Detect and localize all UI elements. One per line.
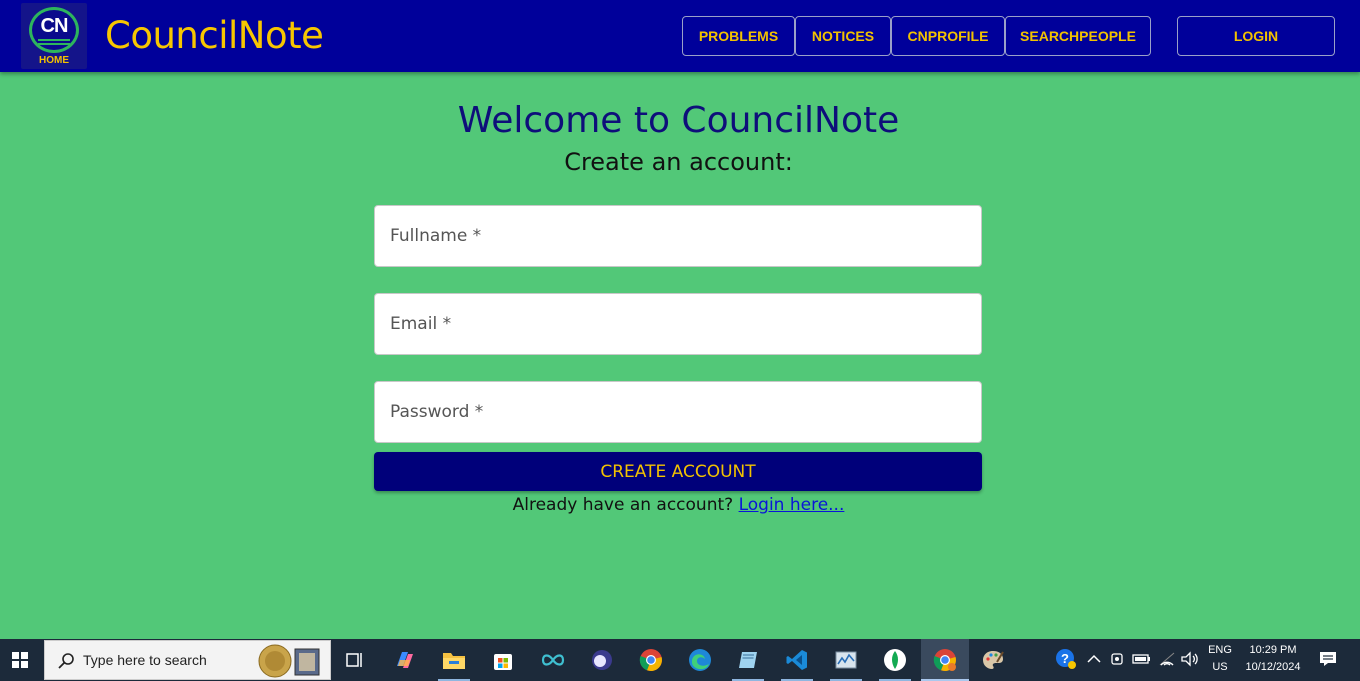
logo-home-label: HOME [39,55,69,66]
clock-date: 10/12/2024 [1245,661,1301,673]
search-icon [58,653,74,669]
logo-stripe [38,43,70,45]
login-prompt-text: Already have an account? [512,495,734,515]
chrome-profile-icon[interactable] [921,639,969,681]
copilot-icon[interactable] [389,644,421,676]
task-view-icon[interactable] [339,644,371,676]
paint-icon[interactable] [977,644,1009,676]
windows-logo-icon [12,652,28,668]
clock-time[interactable]: 10:29 PM [1240,644,1306,656]
mongodb-compass-icon[interactable] [879,644,911,676]
password-placeholder: Password * [390,402,484,422]
dark-circle-app-icon[interactable] [586,644,618,676]
volume-icon[interactable] [1178,647,1202,671]
meet-now-icon[interactable] [1107,647,1129,671]
password-field[interactable]: Password * [374,381,982,443]
nav-notices-button[interactable]: NOTICES [795,16,891,56]
logo-emblem: CN [29,7,79,53]
taskbar-search-input[interactable]: Type here to search [44,640,331,680]
top-navbar: CN HOME CouncilNote PROBLEMS NOTICES CNP… [0,0,1360,72]
chrome-icon[interactable] [635,644,667,676]
battery-icon[interactable] [1130,647,1154,671]
home-logo[interactable]: CN HOME [21,3,87,69]
help-icon[interactable]: ? [1052,645,1080,673]
windows-start-button[interactable] [0,639,40,681]
edge-icon[interactable] [684,644,716,676]
fullname-field[interactable]: Fullname * [374,205,982,267]
logo-stripe [38,39,70,41]
file-explorer-icon[interactable] [438,644,470,676]
page-subtitle: Create an account: [564,148,793,176]
email-placeholder: Email * [390,314,452,334]
notes-app-icon[interactable] [732,644,764,676]
login-here-link[interactable]: Login here... [739,495,845,515]
windows-taskbar: Type here to search ? ENG US 10:29 PM 10… [0,639,1360,681]
search-placeholder: Type here to search [83,652,207,668]
create-account-button[interactable]: CREATE ACCOUNT [374,452,982,491]
chevron-up-icon[interactable] [1082,647,1106,671]
login-prompt: Already have an account? Login here... [0,495,1357,515]
wifi-icon[interactable] [1155,647,1179,671]
login-button[interactable]: LOGIN [1177,16,1335,56]
task-manager-icon[interactable] [830,644,862,676]
brand-title: CouncilNote [105,14,324,57]
svg-text:?: ? [1061,651,1069,666]
fullname-placeholder: Fullname * [390,226,482,246]
region-indicator: US [1212,661,1228,673]
infinity-app-icon[interactable] [537,644,569,676]
page-title: Welcome to CouncilNote [457,100,900,141]
notifications-icon[interactable] [1316,647,1340,671]
nav-problems-button[interactable]: PROBLEMS [682,16,795,56]
nav-searchpeople-button[interactable]: SEARCHPEOPLE [1005,16,1151,56]
logo-initials: CN [40,15,69,37]
nav-cnprofile-button[interactable]: CNPROFILE [891,16,1005,56]
microsoft-store-icon[interactable] [487,644,519,676]
language-indicator[interactable]: ENG [1204,644,1236,656]
vscode-icon[interactable] [781,644,813,676]
nobel-medal-icon [258,644,320,678]
email-field[interactable]: Email * [374,293,982,355]
